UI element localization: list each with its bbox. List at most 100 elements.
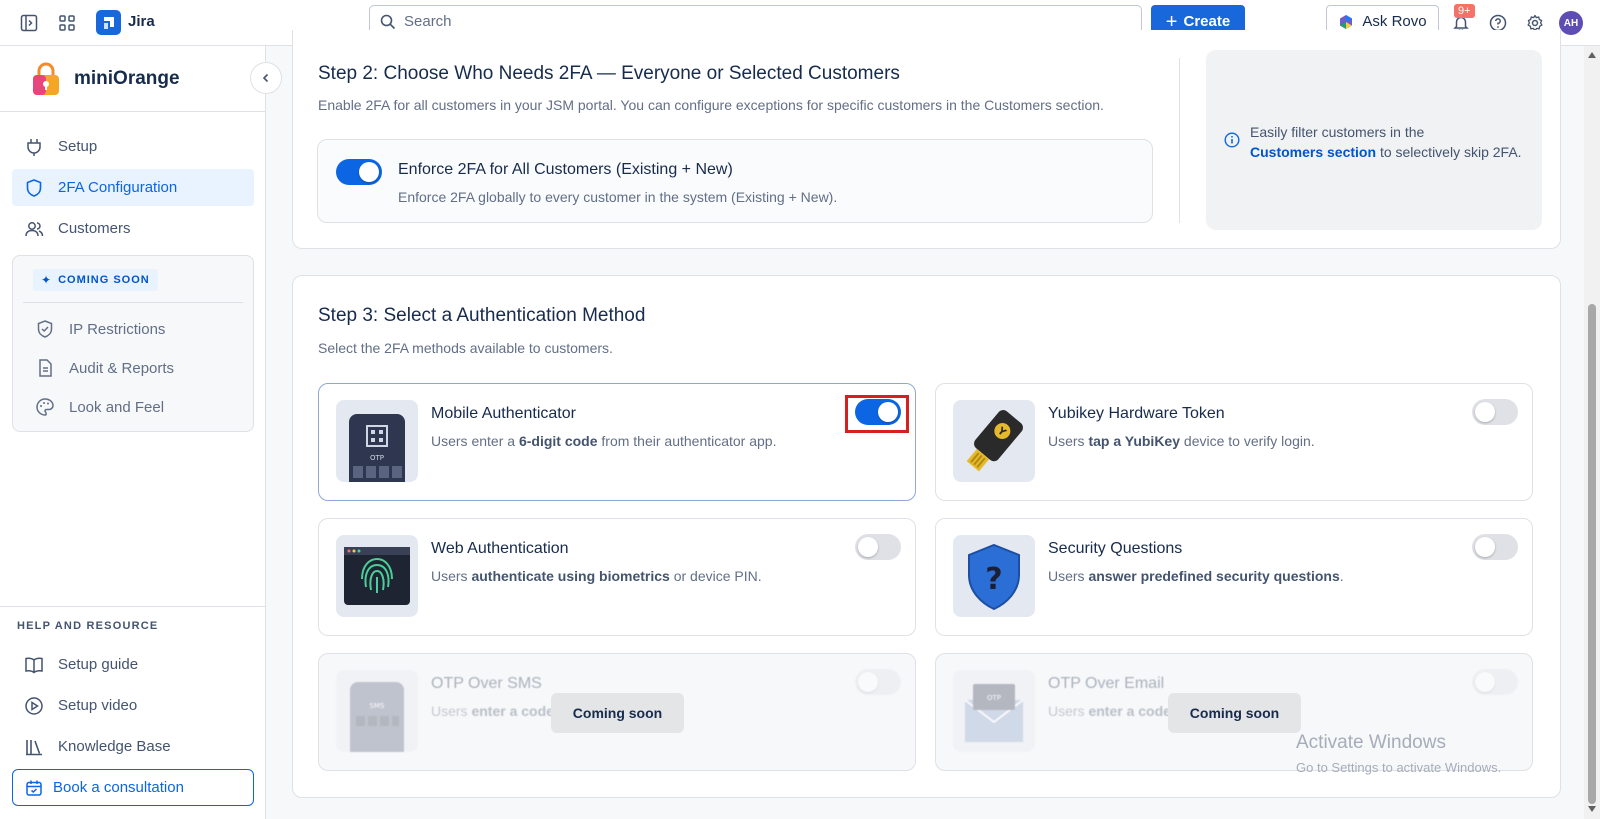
divider: [0, 111, 265, 112]
sidebar-item-label: Knowledge Base: [58, 738, 171, 755]
svg-text:?: ?: [985, 562, 1002, 597]
fingerprint-icon: [336, 535, 418, 617]
info-text: Easily filter customers in the Customers…: [1250, 122, 1530, 162]
app-name[interactable]: Jira: [128, 13, 155, 30]
method-description: Users enter a code: [1048, 703, 1171, 719]
desc-text: Users: [1048, 703, 1089, 719]
desc-emphasis: answer predefined security questions: [1088, 568, 1340, 584]
sidebar-item-setup-video[interactable]: Setup video: [12, 687, 254, 724]
method-description: Users answer predefined security questio…: [1048, 568, 1344, 584]
coming-soon-label: COMING SOON: [58, 274, 150, 286]
toggle-knob: [1475, 402, 1495, 422]
method-card-mobile-authenticator[interactable]: OTP Mobile Authenticator Users enter a 6…: [318, 383, 916, 501]
method-card-yubikey[interactable]: Y Yubikey Hardware Token Users tap a Yub…: [935, 383, 1533, 501]
windows-activation-watermark: Activate Windows: [1296, 732, 1446, 753]
sidebar: miniOrange Setup 2FA Configuration Custo…: [0, 46, 266, 819]
method-description: Users enter a code: [431, 703, 554, 719]
enforce-2fa-description: Enforce 2FA globally to every customer i…: [398, 189, 838, 205]
svg-text:SMS: SMS: [370, 702, 385, 710]
otp-email-toggle: [1472, 669, 1518, 695]
coming-soon-section: ✦ COMING SOON IP Restrictions Audit & Re…: [12, 255, 254, 432]
scroll-down-arrow-icon[interactable]: [1588, 806, 1596, 812]
sidebar-item-customers[interactable]: Customers: [12, 210, 254, 247]
brand-name: miniOrange: [74, 68, 180, 89]
method-card-security-questions[interactable]: ? Security Questions Users answer predef…: [935, 518, 1533, 636]
vertical-divider: [1179, 58, 1180, 223]
scroll-up-arrow-icon[interactable]: [1588, 52, 1596, 58]
toggle-knob: [858, 672, 878, 692]
scrollbar-thumb[interactable]: [1588, 304, 1596, 804]
method-title: Mobile Authenticator: [431, 405, 576, 422]
book-consultation-label: Book a consultation: [53, 779, 184, 796]
book-open-icon: [25, 657, 43, 673]
divider: [23, 302, 243, 303]
mobile-phone-qr-icon: OTP: [336, 400, 418, 482]
sidebar-item-label: Setup: [58, 138, 98, 155]
method-title: Yubikey Hardware Token: [1048, 405, 1225, 422]
svg-text:OTP: OTP: [370, 454, 384, 462]
security-questions-toggle[interactable]: [1472, 534, 1518, 560]
user-avatar[interactable]: AH: [1559, 11, 1583, 35]
desc-text: Users: [1048, 568, 1089, 584]
desc-text: from their authenticator app.: [597, 433, 777, 449]
web-authentication-toggle[interactable]: [855, 534, 901, 560]
security-question-shield-icon: ?: [953, 535, 1035, 617]
sidebar-item-knowledge-base[interactable]: Knowledge Base: [12, 728, 254, 765]
app-switcher-icon[interactable]: [55, 11, 79, 35]
users-icon: [25, 221, 44, 236]
yubikey-toggle[interactable]: [1472, 399, 1518, 425]
toggle-knob: [858, 537, 878, 557]
enforce-2fa-toggle[interactable]: [336, 159, 382, 185]
calendar-check-icon: [26, 780, 42, 796]
windows-activation-hint: Go to Settings to activate Windows.: [1296, 760, 1502, 775]
info-text-part: Easily filter customers in the: [1250, 124, 1425, 140]
yubikey-icon: Y: [953, 400, 1035, 482]
desc-emphasis: enter a code: [471, 703, 554, 719]
shield-icon: [26, 178, 42, 197]
otp-sms-toggle: [855, 669, 901, 695]
shield-check-icon: [37, 320, 53, 338]
toggle-knob: [359, 162, 379, 182]
step2-title: Step 2: Choose Who Needs 2FA — Everyone …: [318, 63, 900, 84]
method-card-web-authentication[interactable]: Web Authentication Users authenticate us…: [318, 518, 916, 636]
info-text-part: to selectively skip 2FA.: [1379, 144, 1522, 160]
miniorange-logo-icon: [33, 62, 59, 95]
notification-count-badge: 9+: [1454, 4, 1475, 18]
sidebar-item-label: Setup video: [58, 697, 138, 714]
step3-title: Step 3: Select a Authentication Method: [318, 305, 646, 326]
search-input[interactable]: [404, 13, 1104, 30]
info-icon: [1224, 132, 1240, 148]
jira-logo-icon[interactable]: [96, 10, 121, 35]
ask-rovo-label: Ask Rovo: [1362, 13, 1427, 30]
sidebar-item-setup-guide[interactable]: Setup guide: [12, 646, 254, 683]
method-description: Users tap a YubiKey device to verify log…: [1048, 433, 1315, 449]
help-section-title: HELP AND RESOURCE: [17, 620, 159, 632]
coming-soon-badge: Coming soon: [551, 693, 684, 733]
toggle-knob: [1475, 672, 1495, 692]
collapse-sidebar-button[interactable]: [250, 62, 282, 94]
document-icon: [39, 359, 52, 377]
enforce-2fa-title: Enforce 2FA for All Customers (Existing …: [398, 161, 733, 178]
email-envelope-icon: OTP: [953, 670, 1035, 752]
play-circle-icon: [25, 696, 43, 715]
method-title: OTP Over SMS: [431, 675, 542, 692]
rovo-icon: [1340, 14, 1353, 29]
brand: miniOrange: [30, 62, 180, 96]
desc-text: .: [1339, 568, 1344, 584]
sidebar-item-label: Setup guide: [58, 656, 139, 673]
search-icon: [380, 14, 396, 29]
method-title: OTP Over Email: [1048, 675, 1165, 692]
sidebar-item-label: IP Restrictions: [69, 320, 166, 338]
step2-subtitle: Enable 2FA for all customers in your JSM…: [318, 97, 1104, 113]
sidebar-item-setup[interactable]: Setup: [12, 128, 254, 165]
sidebar-item-ip-restrictions: IP Restrictions: [35, 314, 165, 344]
plug-icon: [27, 138, 41, 156]
sidebar-toggle-icon[interactable]: [17, 11, 41, 35]
customers-section-link[interactable]: Customers section: [1250, 144, 1376, 160]
palette-icon: [36, 398, 54, 416]
svg-text:OTP: OTP: [987, 694, 1001, 702]
page-scrollbar[interactable]: [1584, 46, 1600, 819]
book-consultation-button[interactable]: Book a consultation: [12, 769, 254, 806]
sidebar-item-2fa-configuration[interactable]: 2FA Configuration: [12, 169, 254, 206]
desc-emphasis: enter a code: [1088, 703, 1171, 719]
